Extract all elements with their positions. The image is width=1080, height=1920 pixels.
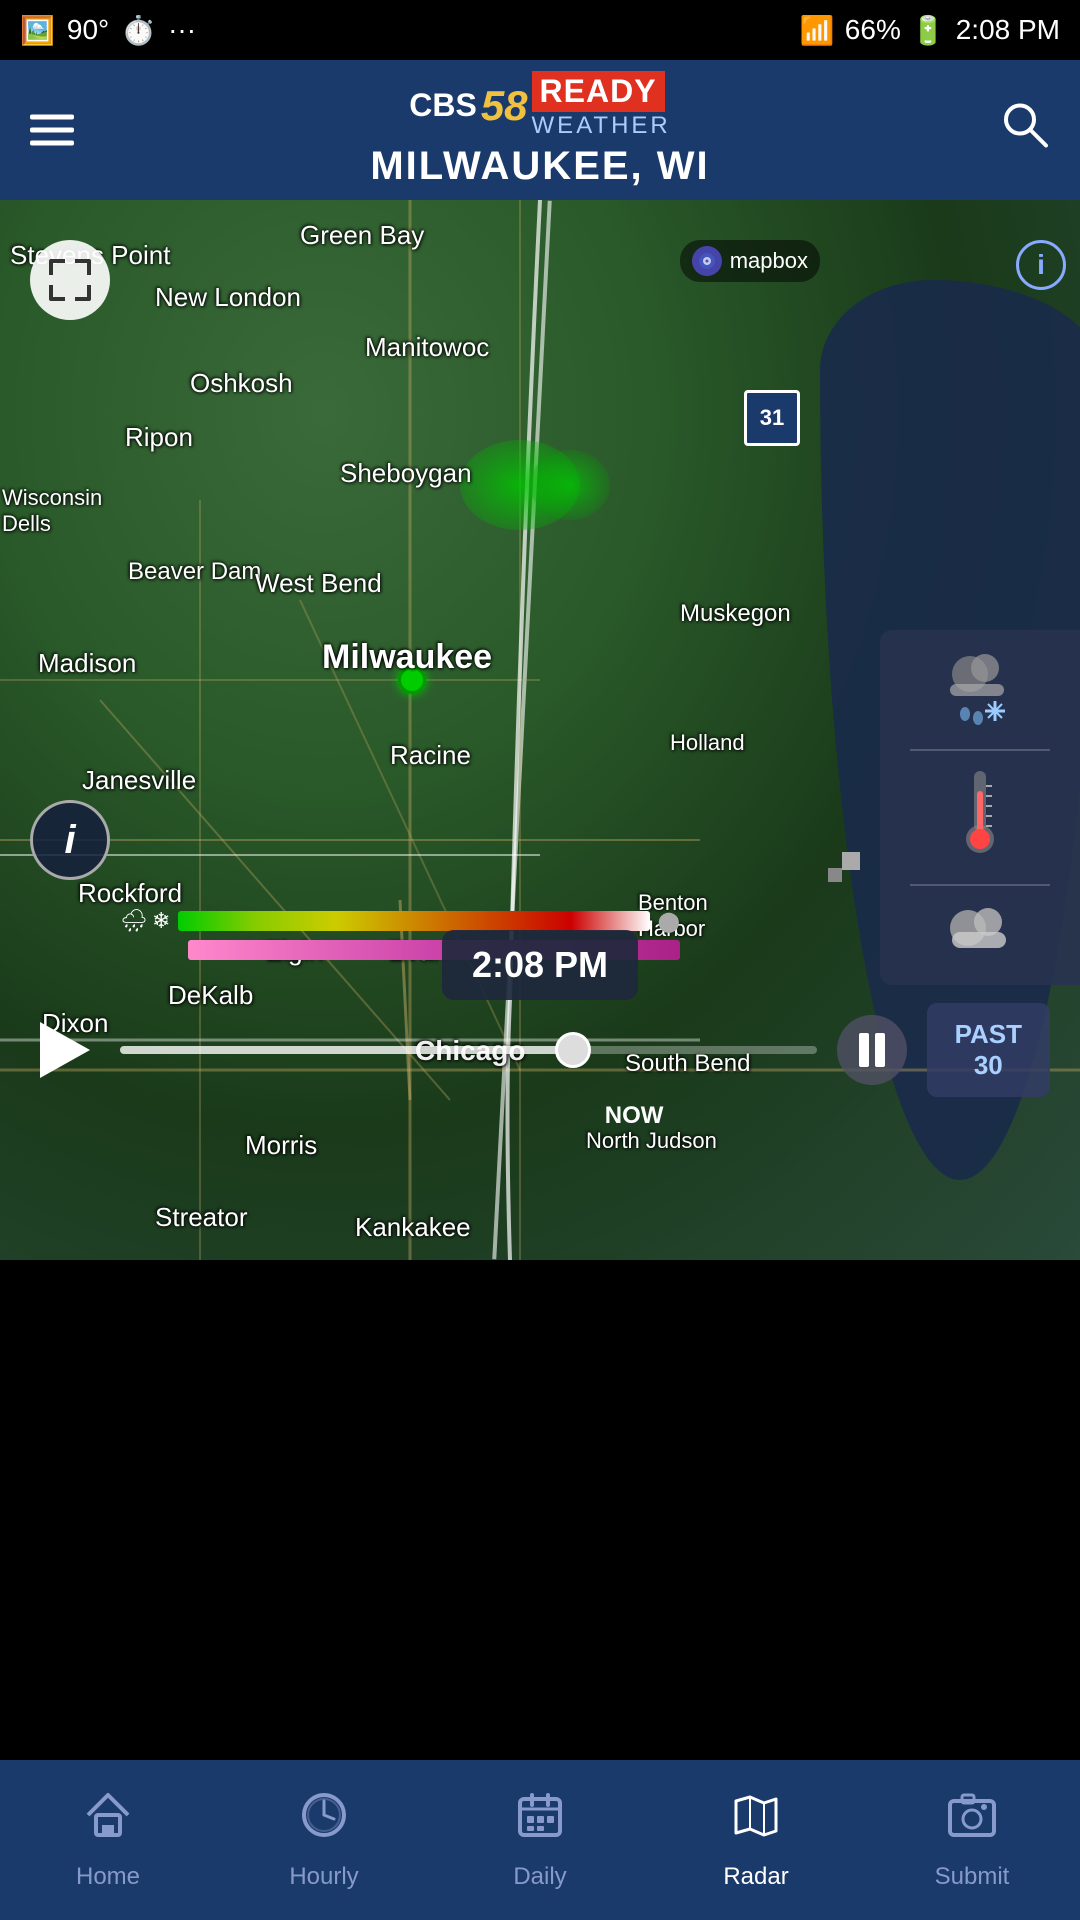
pause-bar-1 [859,1033,869,1067]
pause-button[interactable] [837,1015,907,1085]
nav-item-hourly[interactable]: Hourly [216,1760,432,1920]
wx-icon-temperature [950,761,1010,874]
nav-item-home[interactable]: Home [0,1760,216,1920]
daily-icon [514,1789,566,1853]
playback-controls[interactable]: PAST 30 [0,1000,1080,1100]
city-label-sheboygan: Sheboygan [340,458,472,489]
hourly-label: Hourly [289,1863,358,1891]
nav-item-daily[interactable]: Daily [432,1760,648,1920]
past-label: PAST [955,1019,1022,1049]
city-label-west-bend: West Bend [255,568,382,599]
past-button[interactable]: PAST 30 [927,1003,1050,1097]
rain-gradient [178,911,649,931]
logo-weather: WEATHER [532,112,671,140]
city-label-ripon: Ripon [125,422,193,453]
city-label-wis-dells: WisconsinDells [2,485,102,537]
timeline-scrubber[interactable] [120,1046,817,1054]
logo-cbs: CBS [409,87,477,124]
time-display: 2:08 PM [956,14,1060,46]
city-label-beaver-dam: Beaver Dam [128,558,261,586]
wx-icon-cloud [940,896,1020,969]
submit-label: Submit [935,1863,1010,1891]
status-left: 🖼️ 90° ⏱️ ··· [20,14,196,47]
home-label: Home [76,1863,140,1891]
radar-label: Radar [723,1863,788,1891]
hamburger-line-2 [30,128,74,133]
logo-ready: READY [532,71,665,112]
battery-label: 66% [845,14,901,46]
wx-separator-2 [910,884,1051,886]
hourly-icon [298,1789,350,1853]
rain-snow-icons: 🌧 ❄ [120,908,170,934]
dots-icon: ··· [168,14,196,46]
wx-separator-1 [910,749,1051,751]
city-label-milwaukee: Milwaukee [322,638,492,677]
play-triangle-icon [40,1022,90,1078]
radar-icon [730,1789,782,1853]
wx-icon-rain-snow [940,646,1020,739]
photo-icon: 🖼️ [20,14,55,47]
timeline-thumb[interactable] [555,1032,591,1068]
now-label: NOW [605,1102,664,1130]
hamburger-line-3 [30,141,74,146]
pause-bar-2 [875,1033,885,1067]
timeline-fill [120,1046,573,1054]
logo-58: 58 [481,82,528,130]
city-label-morris: Morris [245,1130,317,1161]
search-button[interactable] [1000,100,1050,161]
city-label-oshkosh: Oshkosh [190,368,293,399]
city-label-green-bay: Green Bay [300,220,424,251]
submit-icon [946,1789,998,1853]
rain-icon: 🌧 [120,908,148,934]
menu-button[interactable] [30,115,74,146]
route-31-sign: 31 [744,390,800,446]
status-bar: 🖼️ 90° ⏱️ ··· 📶 66% 🔋 2:08 PM [0,0,1080,60]
rain-dot-icon: ⬤ [658,909,680,934]
mapbox-text: mapbox [730,248,808,274]
nav-item-radar[interactable]: Radar [648,1760,864,1920]
city-label-racine: Racine [390,740,471,771]
city-label-streator: Streator [155,1202,248,1233]
map-info-button[interactable]: i [1016,240,1066,290]
city-label-new-london: New London [155,282,301,313]
black-gap [0,1260,1080,1360]
map-container[interactable]: Stevens Point New London Green Bay Oshko… [0,200,1080,1260]
city-name: MILWAUKEE, WI [370,144,709,189]
past-hours: 30 [974,1050,1003,1080]
mapbox-attribution: mapbox [680,240,820,282]
city-label-holland: Holland [670,730,745,756]
city-label-madison: Madison [38,648,136,679]
home-icon [82,1789,134,1853]
scatter-dot-2 [828,868,842,882]
bottom-navigation: Home Hourly D [0,1760,1080,1920]
city-label-rockford: Rockford [78,878,182,909]
rain-patch-2 [530,450,610,520]
play-button[interactable] [30,1015,100,1085]
expand-map-button[interactable] [30,240,110,320]
city-label-north-judson: North Judson [586,1128,717,1154]
city-label-janesville: Janesville [82,765,196,796]
info-button[interactable]: i [30,800,110,880]
app-logo: CBS 58 READY WEATHER [409,71,671,140]
city-label-kankakee: Kankakee [355,1212,471,1243]
wifi-icon: 📶 [800,14,835,47]
weather-conditions-panel [880,630,1080,985]
temp-display: 90° [67,14,109,46]
time-tooltip: 2:08 PM [442,930,638,1000]
city-label-manitowoc: Manitowoc [365,332,489,363]
nav-item-submit[interactable]: Submit [864,1760,1080,1920]
scatter-dot-1 [842,852,860,870]
status-right: 📶 66% 🔋 2:08 PM [800,14,1060,47]
app-header: CBS 58 READY WEATHER MILWAUKEE, WI [0,60,1080,200]
hamburger-line-1 [30,115,74,120]
city-label-muskegon: Muskegon [680,600,791,628]
snowflake-icon: ❄ [152,908,170,934]
battery-icon: 🔋 [911,14,946,47]
daily-label: Daily [513,1863,566,1891]
clock-icon: ⏱️ [121,14,156,47]
